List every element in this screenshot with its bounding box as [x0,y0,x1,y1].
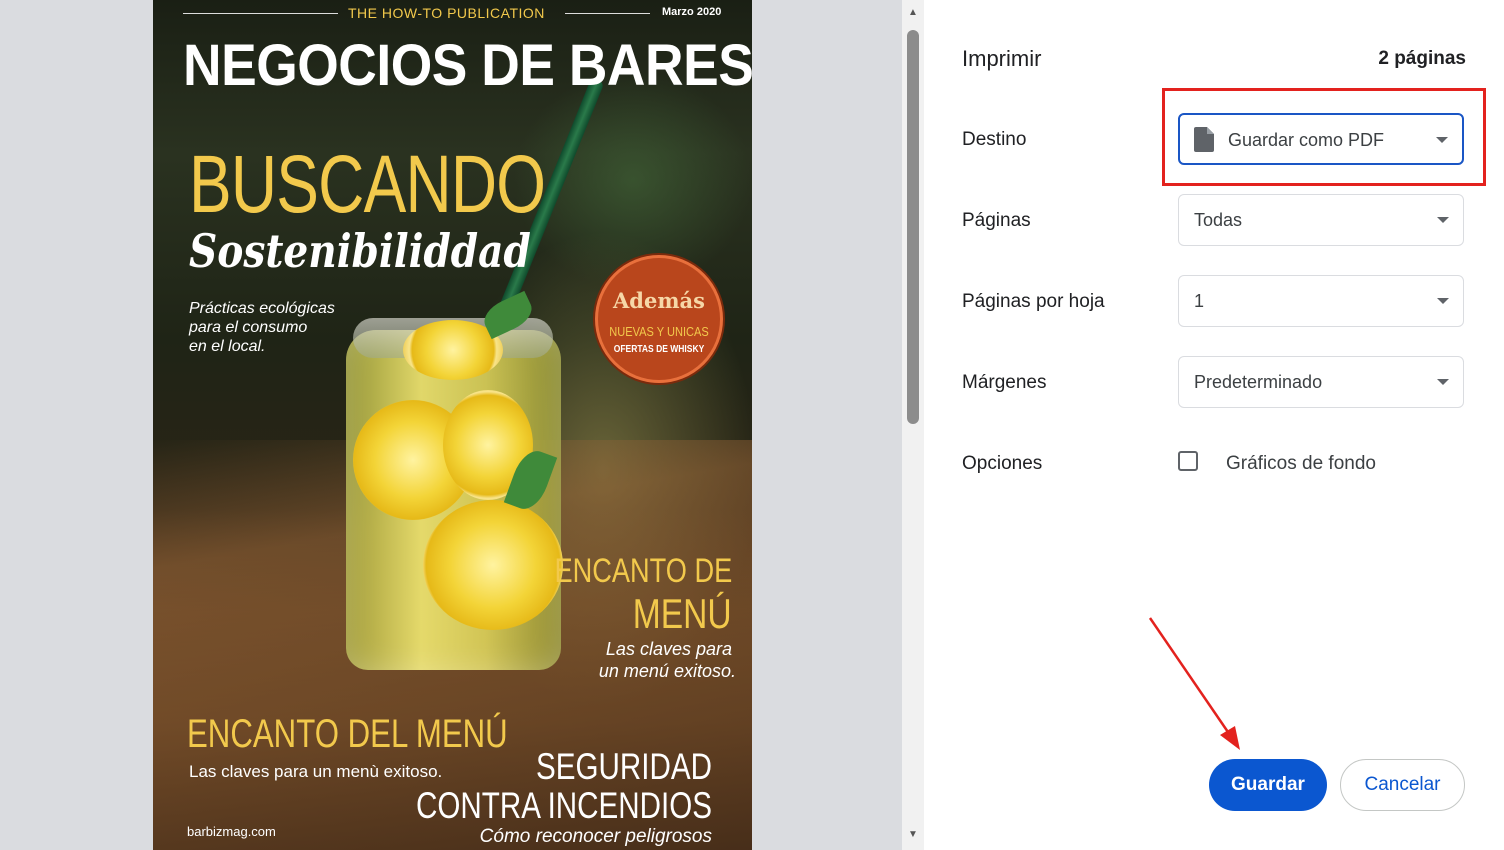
page-count: 2 páginas [1378,48,1466,69]
cover-title: NEGOCIOS DE BARES [183,33,752,98]
story-title: CONTRA INCENDIOS [415,785,712,826]
cover-blurb-line: Prácticas ecológicas [189,300,335,317]
story-subtitle: Cómo reconocer peligrosos [479,826,712,847]
dropdown-caret-icon [1437,298,1449,304]
cover-subheadline: Sostenibiliddad [189,224,531,278]
story-title: ENCANTO DE [554,552,732,590]
pages-value: Todas [1194,210,1243,230]
dropdown-caret-icon [1437,217,1449,223]
story-title: ENCANTO DEL MENÚ [187,712,508,756]
margins-select[interactable]: Predeterminado [1178,356,1464,408]
tagline-rule-left [183,13,338,14]
cover-blurb-line: en el local. [189,338,266,355]
cover-blurb-line: para el consumo [189,319,308,336]
annotation-highlight-box [1162,88,1486,186]
pages-per-sheet-label: Páginas por hoja [962,291,1105,312]
tagline-rule-right [565,13,650,14]
panel-title: Imprimir [962,46,1042,71]
story-subtitle: Las claves para [605,639,732,659]
story-subtitle: un menú exitoso. [598,661,736,681]
cover-headline: BUSCANDO [189,139,546,230]
print-preview-area: THE HOW-TO PUBLICATION Marzo 2020 NEGOCI… [0,0,902,850]
pages-select[interactable]: Todas [1178,194,1464,246]
page-preview-cover: THE HOW-TO PUBLICATION Marzo 2020 NEGOCI… [153,0,752,850]
scroll-up-arrow-icon[interactable]: ▲ [906,8,920,18]
options-label: Opciones [962,453,1043,474]
story-title: SEGURIDAD [536,746,712,787]
cover-tagline: THE HOW-TO PUBLICATION [348,5,545,21]
dropdown-caret-icon [1437,379,1449,385]
scrollbar-thumb[interactable] [907,30,919,424]
cover-website: barbizmag.com [187,824,276,839]
background-graphics-label[interactable]: Gráficos de fondo [1226,453,1376,475]
badge-line: NUEVAS Y UNICAS [609,324,709,339]
lemon-slice-image [423,500,563,630]
destination-label: Destino [962,129,1027,150]
scroll-down-arrow-icon[interactable]: ▼ [906,830,920,840]
pages-label: Páginas [962,210,1031,231]
badge-line: OFERTAS DE WHISKY [613,344,705,355]
pages-per-sheet-value: 1 [1194,291,1205,311]
cover-badge: Además NUEVAS Y UNICAS OFERTAS DE WHISKY [595,255,723,383]
cancel-button[interactable]: Cancelar [1340,759,1465,811]
margins-label: Márgenes [962,372,1047,393]
save-button[interactable]: Guardar [1209,759,1327,811]
story-title: MENÚ [633,590,732,637]
cover-date: Marzo 2020 [662,6,722,18]
badge-title: Además [613,288,705,313]
story-subtitle: Las claves para un menù exitoso. [189,762,443,781]
background-graphics-checkbox[interactable] [1178,451,1198,471]
pages-per-sheet-select[interactable]: 1 [1178,275,1464,327]
margins-value: Predeterminado [1194,372,1323,392]
print-settings-panel: Imprimir 2 páginas Destino Guardar como … [924,0,1504,850]
